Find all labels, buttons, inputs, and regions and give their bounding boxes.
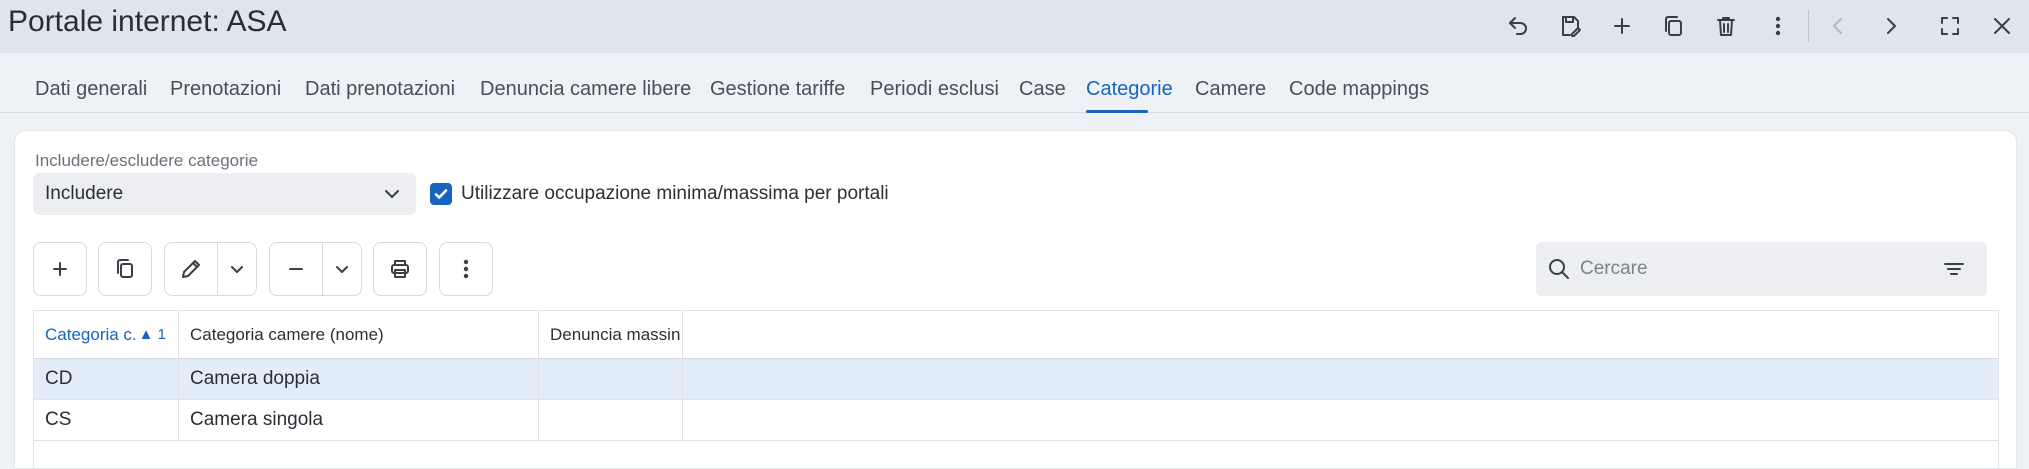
chevron-right-icon[interactable] [1871, 6, 1911, 46]
occupancy-checkbox-label[interactable]: Utilizzare occupazione minima/massima pe… [461, 183, 889, 205]
chevron-down-icon [380, 182, 404, 206]
cell-max-report [539, 400, 683, 440]
column-label: Categoria c. [45, 325, 137, 344]
tab-gestione-tariffe[interactable]: Gestione tariffe [710, 77, 845, 101]
cell-category-code: CS [34, 400, 179, 440]
more-vertical-icon [463, 259, 469, 279]
check-icon [434, 189, 448, 199]
remove-button[interactable] [270, 243, 322, 295]
edit-button-group [164, 242, 257, 296]
column-header-category-code[interactable]: Categoria c. ▲ 1 [34, 311, 179, 359]
cell-max-report [539, 359, 683, 399]
edit-button[interactable] [165, 243, 217, 295]
include-exclude-value: Includere [45, 183, 124, 204]
search-icon [1546, 256, 1572, 282]
tab-denuncia-camere-libere[interactable]: Denuncia camere libere [480, 77, 691, 101]
toolbar-separator [1808, 10, 1809, 42]
title-bar: Portale internet: ASA [0, 0, 2029, 53]
delete-icon[interactable] [1706, 6, 1746, 46]
chevron-left-icon[interactable] [1818, 6, 1858, 46]
window-title: Portale internet: ASA [8, 5, 287, 38]
close-icon[interactable] [1982, 6, 2022, 46]
more-actions-button[interactable] [439, 242, 493, 296]
tab-camere[interactable]: Camere [1195, 77, 1266, 101]
table-row[interactable]: CD Camera doppia [34, 359, 1998, 400]
sort-indicator: ▲ 1 [138, 326, 166, 343]
table-header: Categoria c. ▲ 1 Categoria camere (nome)… [34, 311, 1998, 359]
tab-case[interactable]: Case [1019, 77, 1066, 101]
print-button[interactable] [373, 242, 427, 296]
tab-dati-prenotazioni[interactable]: Dati prenotazioni [305, 77, 455, 101]
copy-icon [117, 259, 133, 278]
tab-bar: Dati generali Prenotazioni Dati prenotaz… [0, 53, 2029, 113]
categories-table: Categoria c. ▲ 1 Categoria camere (nome)… [33, 310, 1999, 469]
more-vertical-icon[interactable] [1758, 6, 1798, 46]
tab-prenotazioni[interactable]: Prenotazioni [170, 77, 281, 101]
copy-icon[interactable] [1653, 6, 1693, 46]
tab-dati-generali[interactable]: Dati generali [35, 77, 147, 101]
tab-periodi-esclusi[interactable]: Periodi esclusi [870, 77, 999, 101]
save-icon[interactable] [1550, 6, 1590, 46]
table-row[interactable]: CS Camera singola [34, 400, 1998, 441]
filter-icon[interactable] [1941, 256, 1967, 282]
search-box [1536, 242, 1987, 296]
chevron-down-icon [336, 266, 348, 273]
occupancy-checkbox[interactable] [430, 183, 452, 205]
chevron-down-icon [231, 266, 243, 273]
cell-category-name: Camera singola [179, 400, 539, 440]
print-icon [391, 260, 409, 278]
remove-button-group [269, 242, 362, 296]
column-header-category-name[interactable]: Categoria camere (nome) [179, 311, 539, 359]
minus-icon [289, 268, 303, 270]
search-input[interactable] [1580, 252, 1920, 286]
duplicate-button[interactable] [98, 242, 152, 296]
undo-icon[interactable] [1498, 6, 1538, 46]
add-icon[interactable] [1602, 6, 1642, 46]
edit-icon [182, 260, 200, 278]
tab-categorie[interactable]: Categorie [1086, 77, 1173, 101]
include-exclude-label: Includere/escludere categorie [35, 151, 259, 170]
remove-dropdown-button[interactable] [322, 243, 361, 295]
edit-dropdown-button[interactable] [217, 243, 256, 295]
fullscreen-icon[interactable] [1930, 6, 1970, 46]
column-header-max-report[interactable]: Denuncia massin [539, 311, 683, 359]
add-button[interactable] [33, 242, 87, 296]
tab-code-mappings[interactable]: Code mappings [1289, 77, 1429, 101]
include-exclude-select[interactable]: Includere [33, 173, 416, 215]
cell-category-name: Camera doppia [179, 359, 539, 399]
active-tab-indicator [1086, 110, 1148, 113]
cell-category-code: CD [34, 359, 179, 399]
add-icon [53, 262, 67, 276]
